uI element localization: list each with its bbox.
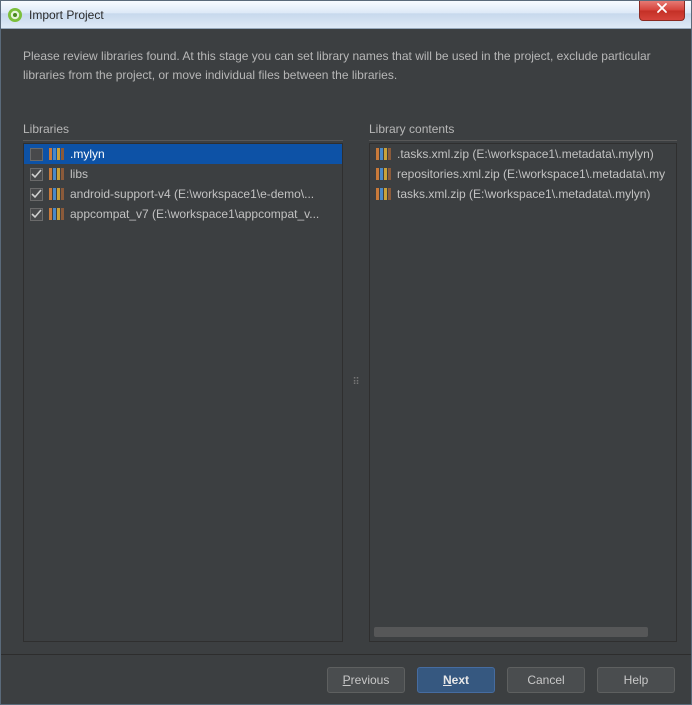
scrollbar-thumb[interactable] <box>374 627 648 637</box>
window-title: Import Project <box>29 8 639 22</box>
library-row[interactable]: appcompat_v7 (E:\workspace1\appcompat_v.… <box>24 204 342 224</box>
close-icon <box>656 1 668 19</box>
description-text: Please review libraries found. At this s… <box>1 29 691 94</box>
library-checkbox[interactable] <box>30 208 43 221</box>
titlebar[interactable]: Import Project <box>1 1 691 29</box>
contents-list[interactable]: .tasks.xml.zip (E:\workspace1\.metadata\… <box>369 143 677 642</box>
dialog-window: Import Project Please review libraries f… <box>0 0 692 705</box>
library-label: appcompat_v7 (E:\workspace1\appcompat_v.… <box>70 207 319 221</box>
merge-library-button[interactable] <box>101 96 117 112</box>
app-icon <box>7 7 23 23</box>
library-label: libs <box>70 167 88 181</box>
next-button[interactable]: Next <box>417 667 495 693</box>
window-close-button[interactable] <box>639 1 685 21</box>
content-row[interactable]: .tasks.xml.zip (E:\workspace1\.metadata\… <box>370 144 676 164</box>
content-label: .tasks.xml.zip (E:\workspace1\.metadata\… <box>397 147 654 161</box>
content-label: repositories.xml.zip (E:\workspace1\.met… <box>397 167 665 181</box>
library-icon <box>376 147 391 161</box>
libraries-list[interactable]: .mylyn libs android-support-v4 (E:\workspa… <box>23 143 343 642</box>
library-row[interactable]: .mylyn <box>24 144 342 164</box>
library-row[interactable]: libs <box>24 164 342 184</box>
libraries-header: Libraries <box>23 122 343 141</box>
library-toolbar <box>1 94 691 122</box>
content-row[interactable]: tasks.xml.zip (E:\workspace1\.metadata\.… <box>370 184 676 204</box>
library-icon <box>49 167 64 181</box>
library-icon <box>376 187 391 201</box>
library-icon <box>49 187 64 201</box>
library-row[interactable]: android-support-v4 (E:\workspace1\e-demo… <box>24 184 342 204</box>
panes-container: Libraries .mylyn libs android-support-v4 (… <box>1 122 691 654</box>
library-icon <box>376 167 391 181</box>
help-button[interactable]: Help <box>597 667 675 693</box>
libraries-pane: Libraries .mylyn libs android-support-v4 (… <box>23 122 343 642</box>
library-label: android-support-v4 (E:\workspace1\e-demo… <box>70 187 314 201</box>
library-checkbox[interactable] <box>30 168 43 181</box>
previous-label: revious <box>351 673 390 687</box>
content-label: tasks.xml.zip (E:\workspace1\.metadata\.… <box>397 187 650 201</box>
contents-header: Library contents <box>369 122 677 141</box>
split-library-button[interactable] <box>71 96 87 112</box>
contents-pane: Library contents .tasks.xml.zip (E:\work… <box>369 122 677 642</box>
library-checkbox[interactable] <box>30 148 43 161</box>
edit-library-button[interactable] <box>41 96 57 112</box>
cancel-button[interactable]: Cancel <box>507 667 585 693</box>
library-label: .mylyn <box>70 147 105 161</box>
splitter-handle[interactable]: ⠿ <box>353 122 359 642</box>
library-icon <box>49 147 64 161</box>
footer: Previous Next Cancel Help <box>1 654 691 704</box>
previous-button[interactable]: Previous <box>327 667 405 693</box>
library-icon <box>49 207 64 221</box>
content-row[interactable]: repositories.xml.zip (E:\workspace1\.met… <box>370 164 676 184</box>
horizontal-scrollbar[interactable] <box>374 627 672 637</box>
next-label: ext <box>452 673 469 687</box>
library-checkbox[interactable] <box>30 188 43 201</box>
